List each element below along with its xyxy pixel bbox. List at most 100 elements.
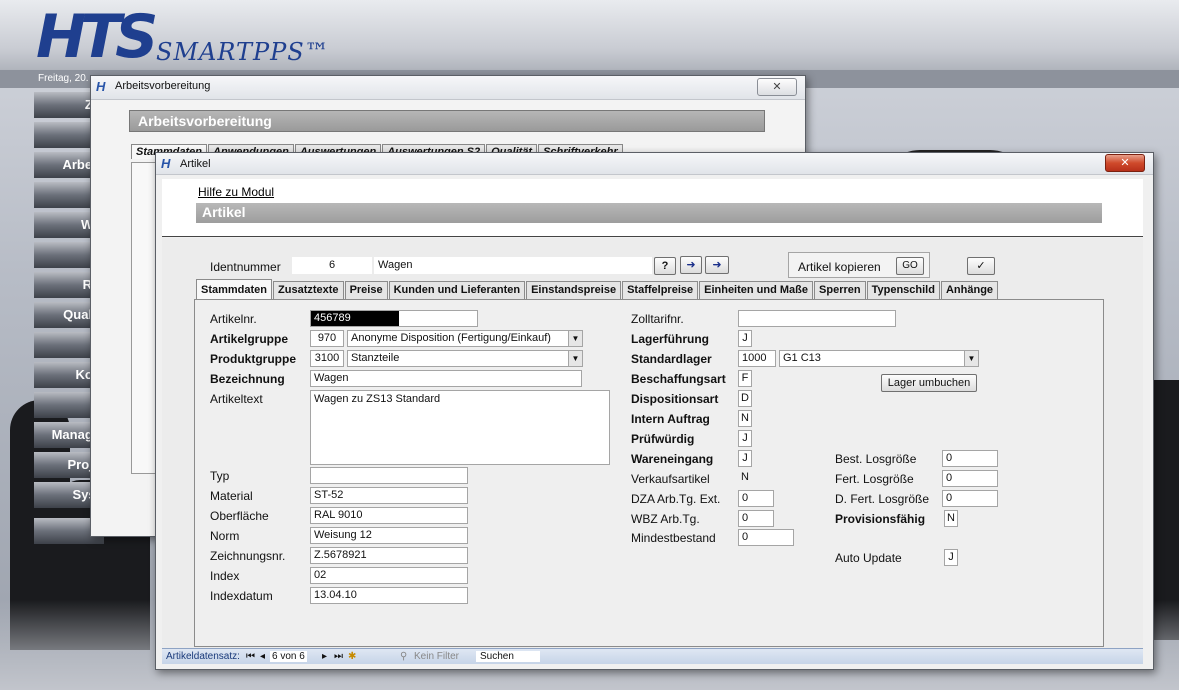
wareneingang-flag[interactable]: J — [738, 450, 752, 467]
tab-typenschild[interactable]: Typenschild — [866, 281, 940, 299]
fert-losgroesse-label: Fert. Losgröße — [835, 472, 914, 486]
mindestbestand-label: Mindestbestand — [631, 531, 716, 545]
standardlager-label: Standardlager — [631, 352, 712, 366]
artikel-window: H Artikel ✕ Hilfe zu Modul Artikel Ident… — [155, 152, 1154, 670]
chevron-down-icon[interactable]: ▼ — [964, 351, 978, 366]
artikeltext-area[interactable]: Wagen zu ZS13 Standard — [310, 390, 610, 465]
av-header: Arbeitsvorbereitung — [129, 110, 765, 132]
record-position[interactable]: 6 von 6 — [270, 651, 307, 662]
dispositionsart-label: Dispositionsart — [631, 392, 719, 406]
best-losgroesse-label: Best. Losgröße — [835, 452, 917, 466]
tab-kunden-lieferanten[interactable]: Kunden und Lieferanten — [388, 281, 526, 299]
dza-label: DZA Arb.Tg. Ext. — [631, 492, 721, 506]
produktgruppe-label: Produktgruppe — [210, 352, 296, 366]
verkaufsartikel-flag[interactable]: N — [738, 470, 752, 487]
intern-auftrag-flag[interactable]: N — [738, 410, 752, 427]
artikelgruppe-code-field[interactable]: 970 — [310, 330, 344, 347]
filter-icon[interactable]: ⚲ — [400, 651, 407, 662]
date-label: Freitag, 20. — [38, 73, 89, 84]
artikelnr-label: Artikelnr. — [210, 312, 257, 326]
av-titlebar[interactable]: H Arbeitsvorbereitung ✕ — [91, 76, 805, 100]
material-field[interactable]: ST-52 — [310, 487, 468, 504]
confirm-button[interactable]: ✓ — [967, 257, 995, 275]
artikel-body: Identnummer 6 Wagen ? ➜ ➜ Artikel kopier… — [162, 238, 1143, 648]
artikel-close-button[interactable]: ✕ — [1105, 154, 1145, 172]
module-header-zone: Hilfe zu Modul Artikel — [162, 179, 1143, 237]
mindestbestand-field[interactable]: 0 — [738, 529, 794, 546]
tab-anhaenge[interactable]: Anhänge — [940, 281, 999, 299]
dza-field[interactable]: 0 — [738, 490, 774, 507]
best-losgroesse-field[interactable]: 0 — [942, 450, 998, 467]
provisionsfaehig-flag[interactable]: N — [944, 510, 958, 527]
bezeichnung-field[interactable]: Wagen — [310, 370, 582, 387]
beschaffungsart-label: Beschaffungsart — [631, 372, 726, 386]
chevron-down-icon[interactable]: ▼ — [568, 331, 582, 346]
zeichnungsnr-label: Zeichnungsnr. — [210, 549, 286, 563]
tab-sperren[interactable]: Sperren — [814, 281, 866, 299]
zolltarif-label: Zolltarifnr. — [631, 312, 684, 326]
copy-article-label: Artikel kopieren — [798, 260, 881, 274]
dfert-losgroesse-field[interactable]: 0 — [942, 490, 998, 507]
search-field[interactable]: Suchen — [476, 651, 540, 662]
provisionsfaehig-label: Provisionsfähig — [835, 512, 926, 526]
wbz-field[interactable]: 0 — [738, 510, 774, 527]
artikelgruppe-select[interactable]: Anonyme Disposition (Fertigung/Einkauf) … — [347, 330, 583, 347]
lagerfuehrung-label: Lagerführung — [631, 332, 709, 346]
ident-name-field[interactable]: Wagen — [374, 257, 652, 274]
artikeltext-label: Artikeltext — [210, 392, 263, 406]
record-label: Artikeldatensatz: — [166, 651, 240, 662]
tab-einheiten-masse[interactable]: Einheiten und Maße — [699, 281, 814, 299]
oberflaeche-field[interactable]: RAL 9010 — [310, 507, 468, 524]
standardlager-select[interactable]: G1 C13 ▼ — [779, 350, 979, 367]
artikel-titlebar[interactable]: H Artikel ✕ — [156, 153, 1153, 175]
tab-staffelpreise[interactable]: Staffelpreise — [622, 281, 699, 299]
beschaffungsart-flag[interactable]: F — [738, 370, 752, 387]
index-label: Index — [210, 569, 240, 583]
arrow-right-icon[interactable]: ➜ — [680, 256, 702, 274]
help-link[interactable]: Hilfe zu Modul — [198, 185, 274, 199]
chevron-down-icon[interactable]: ▼ — [568, 351, 582, 366]
go-button[interactable]: GO — [896, 257, 924, 275]
bezeichnung-label: Bezeichnung — [210, 372, 285, 386]
tab-preise[interactable]: Preise — [344, 281, 388, 299]
index-field[interactable]: 02 — [310, 567, 468, 584]
zolltarif-field[interactable] — [738, 310, 896, 327]
pruefwuerdig-label: Prüfwürdig — [631, 432, 695, 446]
previous-record-icon[interactable]: ◂ — [260, 651, 265, 662]
av-close-button[interactable]: ✕ — [757, 78, 797, 96]
norm-field[interactable]: Weisung 12 — [310, 527, 468, 544]
auto-update-flag[interactable]: J — [944, 549, 958, 566]
lager-umbuchen-button[interactable]: Lager umbuchen — [881, 374, 977, 392]
wbz-label: WBZ Arb.Tg. — [631, 512, 700, 526]
help-button[interactable]: ? — [654, 257, 676, 275]
material-label: Material — [210, 489, 253, 503]
produktgruppe-code-field[interactable]: 3100 — [310, 350, 344, 367]
av-window-title: Arbeitsvorbereitung — [115, 80, 211, 92]
zeichnungsnr-field[interactable]: Z.5678921 — [310, 547, 468, 564]
pruefwuerdig-flag[interactable]: J — [738, 430, 752, 447]
standardlager-code-field[interactable]: 1000 — [738, 350, 776, 367]
next-record-icon[interactable]: ▸ — [322, 651, 327, 662]
tab-einstandspreise[interactable]: Einstandspreise — [526, 281, 622, 299]
tab-zusatztexte[interactable]: Zusatztexte — [273, 281, 344, 299]
dispositionsart-flag[interactable]: D — [738, 390, 752, 407]
lagerfuehrung-flag[interactable]: J — [738, 330, 752, 347]
new-record-icon[interactable]: ✱ — [348, 651, 356, 662]
artikel-tabs: Stammdaten Zusatztexte Preise Kunden und… — [196, 279, 999, 299]
company-logo: HTS — [36, 2, 158, 72]
first-record-icon[interactable]: ⏮ — [246, 651, 255, 662]
typ-field[interactable] — [310, 467, 468, 484]
arrow-right-icon[interactable]: ➜ — [705, 256, 729, 274]
norm-label: Norm — [210, 529, 240, 543]
filter-label[interactable]: Kein Filter — [414, 651, 459, 662]
ident-number-field[interactable]: 6 — [292, 257, 372, 274]
produktgruppe-select[interactable]: Stanzteile ▼ — [347, 350, 583, 367]
fert-losgroesse-field[interactable]: 0 — [942, 470, 998, 487]
indexdatum-field[interactable]: 13.04.10 — [310, 587, 468, 604]
product-logo: SMARTPPS™ — [156, 38, 330, 66]
tab-stammdaten[interactable]: Stammdaten — [196, 279, 273, 299]
verkaufsartikel-label: Verkaufsartikel — [631, 472, 710, 486]
artikelnr-field[interactable]: 456789 — [310, 310, 478, 327]
intern-auftrag-label: Intern Auftrag — [631, 412, 710, 426]
last-record-icon[interactable]: ⏭ — [334, 651, 343, 662]
